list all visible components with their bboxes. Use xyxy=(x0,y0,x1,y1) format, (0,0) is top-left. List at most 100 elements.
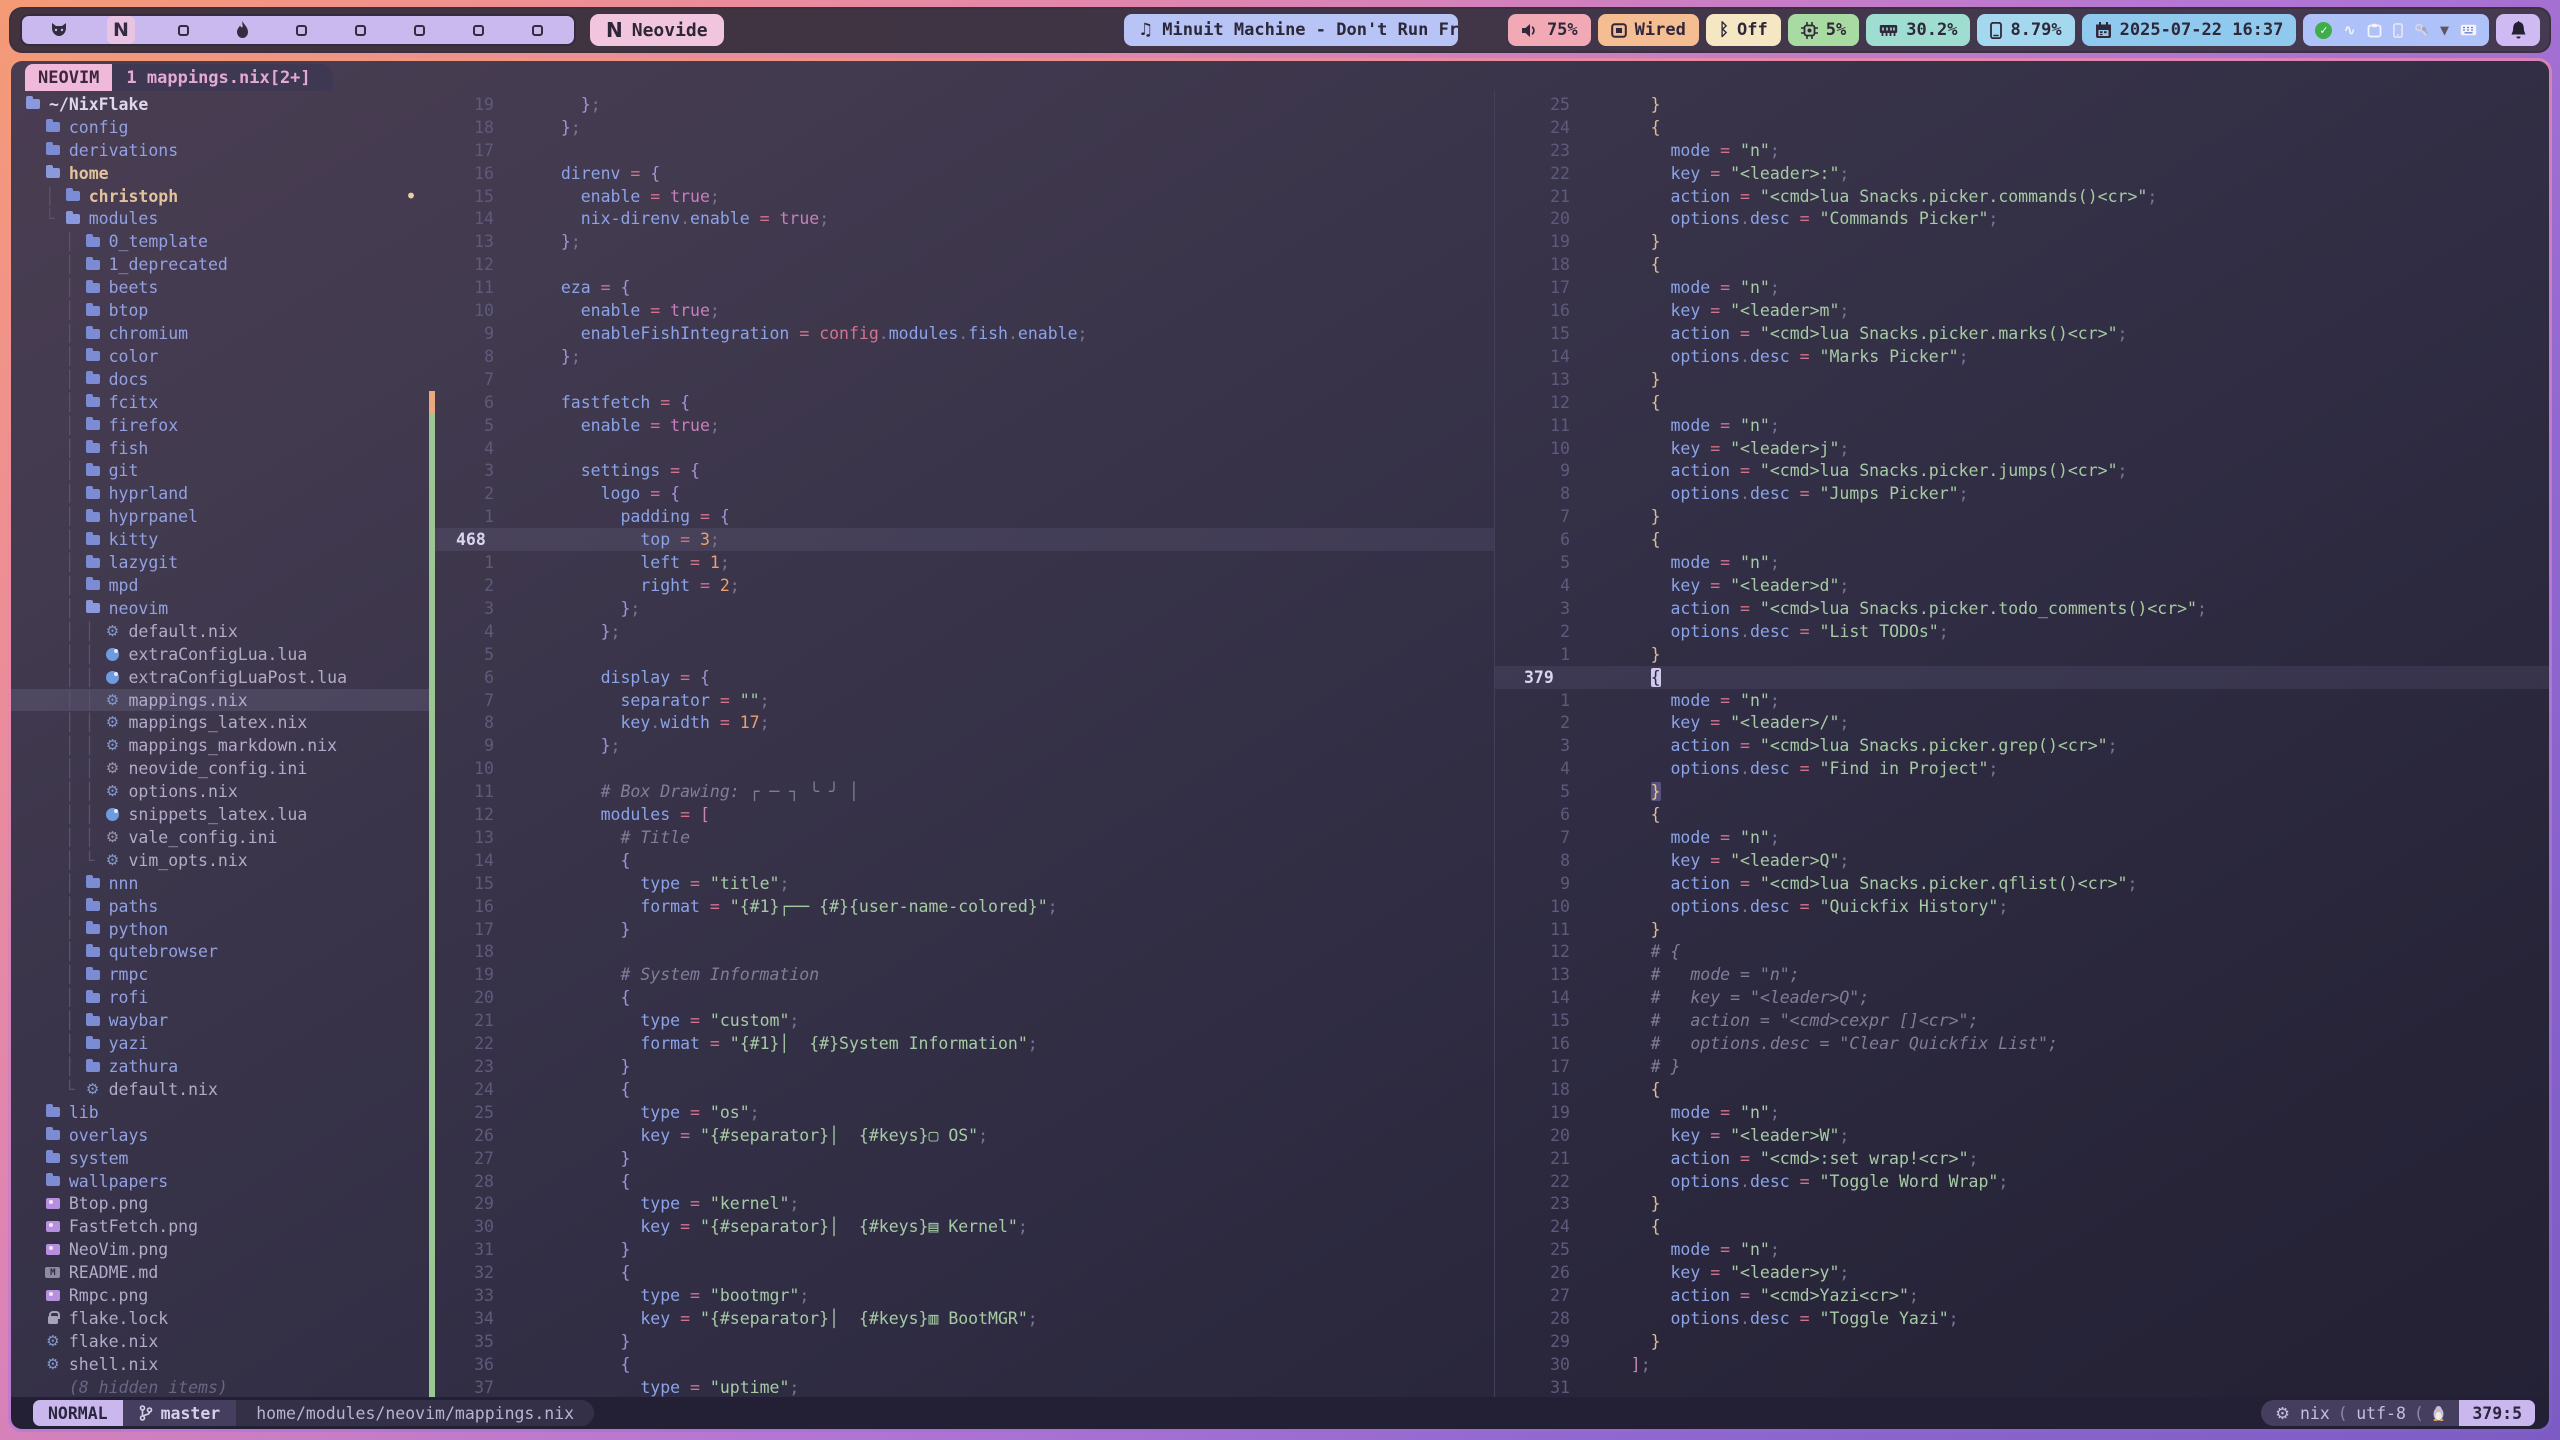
music-player-widget[interactable]: ♫ Minuit Machine - Don't Run Fro... xyxy=(1124,14,1458,46)
editor-line-35[interactable]: 35 } xyxy=(429,1330,1494,1353)
editor-line-22[interactable]: 22 options.desc = "Toggle Word Wrap"; xyxy=(1495,1170,2549,1193)
editor-line-28[interactable]: 28 { xyxy=(429,1170,1494,1193)
editor-line-15[interactable]: 15 action = "<cmd>lua Snacks.picker.mark… xyxy=(1495,322,2549,345)
tree-item-rmpc[interactable]: │ rmpc xyxy=(11,963,429,986)
editor-line-13[interactable]: 13 # Title xyxy=(429,826,1494,849)
editor-line-33[interactable]: 33 type = "bootmgr"; xyxy=(429,1284,1494,1307)
tree-item-lib[interactable]: lib xyxy=(11,1101,429,1124)
editor-line-15[interactable]: 15 enable = true; xyxy=(429,185,1494,208)
editor-line-6[interactable]: 6 display = { xyxy=(429,666,1494,689)
editor-line-24[interactable]: 24 { xyxy=(1495,1215,2549,1238)
editor-line-11[interactable]: 11 mode = "n"; xyxy=(1495,414,2549,437)
bluetooth-pill[interactable]: ᛒOff xyxy=(1706,14,1781,46)
tree-item-qutebrowser[interactable]: │ qutebrowser xyxy=(11,941,429,964)
editor-line-31[interactable]: 31 xyxy=(1495,1376,2549,1397)
editor-line-15[interactable]: 15 # action = "<cmd>cexpr []<cr>"; xyxy=(1495,1009,2549,1032)
editor-line-25[interactable]: 25 } xyxy=(1495,93,2549,116)
editor-line-18[interactable]: 18 { xyxy=(1495,1078,2549,1101)
editor-pane-left[interactable]: 19 };18 };1716 direnv = {15 enable = tru… xyxy=(429,91,1495,1397)
editor-line-11[interactable]: 11 eza = { xyxy=(429,276,1494,299)
editor-line-3[interactable]: 3 settings = { xyxy=(429,460,1494,483)
clipboard-icon[interactable] xyxy=(2367,23,2382,38)
clock-pill[interactable]: 2025-07-22 16:37 xyxy=(2082,14,2297,46)
editor-line-8[interactable]: 8 key = "<leader>Q"; xyxy=(1495,849,2549,872)
workspace-7-square-icon[interactable] xyxy=(408,19,430,41)
tree-item-nixflake[interactable]: ~/NixFlake xyxy=(11,93,429,116)
tree-item-chromium[interactable]: │ chromium xyxy=(11,322,429,345)
editor-line-19[interactable]: 19 mode = "n"; xyxy=(1495,1101,2549,1124)
editor-line-12[interactable]: 12 modules = [ xyxy=(429,803,1494,826)
tree-item-nnn[interactable]: │ nnn xyxy=(11,872,429,895)
tree-item-yazi[interactable]: │ yazi xyxy=(11,1032,429,1055)
tree-item-8-hidden-items[interactable]: (8 hidden items) xyxy=(11,1376,429,1397)
keys-icon[interactable] xyxy=(2414,23,2429,38)
editor-line-25[interactable]: 25 type = "os"; xyxy=(429,1101,1494,1124)
editor-line-18[interactable]: 18 }; xyxy=(429,116,1494,139)
editor-line-8[interactable]: 8 options.desc = "Jumps Picker"; xyxy=(1495,482,2549,505)
tree-item-python[interactable]: │ python xyxy=(11,918,429,941)
editor-line-34[interactable]: 34 key = "{#separator}│ {#keys}▥ BootMGR… xyxy=(429,1307,1494,1330)
tree-item-readme.md[interactable]: MREADME.md xyxy=(11,1261,429,1284)
editor-line-11[interactable]: 11 # Box Drawing: ┌ ─ ┐ ╰ ╯ │ xyxy=(429,780,1494,803)
editor-line-1[interactable]: 1 } xyxy=(1495,643,2549,666)
editor-line-8[interactable]: 8 }; xyxy=(429,345,1494,368)
tree-item-mappings.nix[interactable]: │ │ ⚙mappings.nix xyxy=(11,689,429,712)
tree-item-neovim.png[interactable]: NeoVim.png xyxy=(11,1238,429,1261)
memory-pill[interactable]: 30.2% xyxy=(1866,14,1970,46)
tree-item-home[interactable]: home xyxy=(11,162,429,185)
keyboard-icon[interactable] xyxy=(2460,24,2477,36)
editor-line-20[interactable]: 20 key = "<leader>W"; xyxy=(1495,1124,2549,1147)
editor-line-12[interactable]: 12 { xyxy=(1495,391,2549,414)
editor-line-29[interactable]: 29 type = "kernel"; xyxy=(429,1193,1494,1216)
editor-pane-right[interactable]: 25 }24 {23 mode = "n";22 key = "<leader>… xyxy=(1495,91,2549,1397)
tree-item-vim_opts.nix[interactable]: │ └ ⚙vim_opts.nix xyxy=(11,849,429,872)
git-branch-segment[interactable]: master xyxy=(123,1400,237,1426)
editor-line-14[interactable]: 14 { xyxy=(429,849,1494,872)
editor-line-31[interactable]: 31 } xyxy=(429,1238,1494,1261)
editor-line-12[interactable]: 12 # { xyxy=(1495,941,2549,964)
tree-item-color[interactable]: │ color xyxy=(11,345,429,368)
editor-line-9[interactable]: 9 action = "<cmd>lua Snacks.picker.qflis… xyxy=(1495,872,2549,895)
editor-line-4[interactable]: 4 key = "<leader>d"; xyxy=(1495,574,2549,597)
editor-line-2[interactable]: 2 right = 2; xyxy=(429,574,1494,597)
editor-line-24[interactable]: 24 { xyxy=(429,1078,1494,1101)
tree-item-lazygit[interactable]: │ lazygit xyxy=(11,551,429,574)
editor-line-14[interactable]: 14 # key = "<leader>Q"; xyxy=(1495,986,2549,1009)
tree-item-overlays[interactable]: overlays xyxy=(11,1124,429,1147)
tab-mappings-nix[interactable]: 1 mappings.nix[2+] xyxy=(112,64,332,91)
editor-line-29[interactable]: 29 } xyxy=(1495,1330,2549,1353)
editor-line-3[interactable]: 3 action = "<cmd>lua Snacks.picker.grep(… xyxy=(1495,734,2549,757)
editor-line-26[interactable]: 26 key = "<leader>y"; xyxy=(1495,1261,2549,1284)
editor-line-4[interactable]: 4 xyxy=(429,437,1494,460)
tree-item-mappings_markdown.nix[interactable]: │ │ ⚙mappings_markdown.nix xyxy=(11,734,429,757)
editor-line-21[interactable]: 21 action = "<cmd>lua Snacks.picker.comm… xyxy=(1495,185,2549,208)
tree-item-snippets_latex.lua[interactable]: │ │ snippets_latex.lua xyxy=(11,803,429,826)
editor-line-5[interactable]: 5 enable = true; xyxy=(429,414,1494,437)
editor-line-27[interactable]: 27 action = "<cmd>Yazi<cr>"; xyxy=(1495,1284,2549,1307)
editor-line-1[interactable]: 1 left = 1; xyxy=(429,551,1494,574)
editor-line-18[interactable]: 18 { xyxy=(1495,253,2549,276)
editor-line-32[interactable]: 32 { xyxy=(429,1261,1494,1284)
network-pill[interactable]: Wired xyxy=(1598,14,1699,46)
triangle-icon[interactable]: ▼ xyxy=(2440,21,2449,39)
tree-item-btop.png[interactable]: Btop.png xyxy=(11,1193,429,1216)
tree-item-default.nix[interactable]: │ │ ⚙default.nix xyxy=(11,620,429,643)
workspace-1-cat-icon[interactable] xyxy=(48,19,70,41)
editor-line-16[interactable]: 16 key = "<leader>m"; xyxy=(1495,299,2549,322)
editor-line-9[interactable]: 9 action = "<cmd>lua Snacks.picker.jumps… xyxy=(1495,460,2549,483)
cpu-pill[interactable]: 5% xyxy=(1788,14,1859,46)
tree-item-0_template[interactable]: │ 0_template xyxy=(11,230,429,253)
editor-line-5[interactable]: 5 mode = "n"; xyxy=(1495,551,2549,574)
editor-line-2[interactable]: 2 logo = { xyxy=(429,482,1494,505)
tree-item-firefox[interactable]: │ firefox xyxy=(11,414,429,437)
disk-pill[interactable]: 8.79% xyxy=(1977,14,2074,46)
editor-line-26[interactable]: 26 key = "{#separator}│ {#keys}▢ OS"; xyxy=(429,1124,1494,1147)
editor-line-17[interactable]: 17 mode = "n"; xyxy=(1495,276,2549,299)
tree-item-fcitx[interactable]: │ fcitx xyxy=(11,391,429,414)
editor-line-20[interactable]: 20 { xyxy=(429,986,1494,1009)
editor-line-21[interactable]: 21 action = "<cmd>:set wrap!<cr>"; xyxy=(1495,1147,2549,1170)
workspace-3-square-icon[interactable] xyxy=(172,19,194,41)
editor-line-6[interactable]: 6 { xyxy=(1495,528,2549,551)
tree-item-config[interactable]: config xyxy=(11,116,429,139)
editor-line-23[interactable]: 23 mode = "n"; xyxy=(1495,139,2549,162)
